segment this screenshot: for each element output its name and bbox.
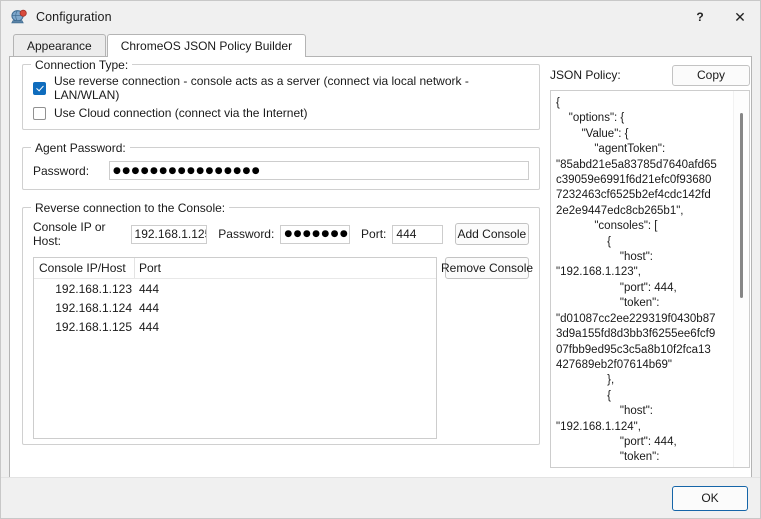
- dialog-footer: OK: [1, 477, 760, 518]
- cell-host: 192.168.1.123: [34, 282, 135, 296]
- tab-appearance[interactable]: Appearance: [13, 34, 106, 56]
- cell-host: 192.168.1.124: [34, 301, 135, 315]
- configuration-dialog: Configuration ? ✕ Appearance ChromeOS JS…: [0, 0, 761, 519]
- console-host-label: Console IP or Host:: [33, 220, 125, 248]
- window-title: Configuration: [36, 10, 112, 24]
- ok-button[interactable]: OK: [672, 486, 748, 511]
- connection-type-title: Connection Type:: [31, 58, 132, 72]
- console-port-input[interactable]: 444: [392, 225, 442, 244]
- checkbox-cloud-connection-box[interactable]: [33, 107, 46, 120]
- console-list-header: Console IP/Host Port: [34, 258, 436, 279]
- console-host-value: 192.168.1.125: [135, 227, 208, 241]
- reverse-connection-title: Reverse connection to the Console:: [31, 201, 229, 215]
- title-bar: Configuration ? ✕: [1, 1, 760, 33]
- console-port-value: 444: [396, 227, 416, 241]
- json-policy-text: { "options": { "Value": { "agentToken": …: [551, 91, 721, 468]
- column-header-host: Console IP/Host: [34, 258, 135, 278]
- table-row[interactable]: 192.168.1.123 444: [34, 279, 436, 298]
- agent-password-group: Agent Password: Password: ●●●●●●●●●●●●●●…: [22, 147, 540, 190]
- column-header-port: Port: [135, 261, 161, 275]
- agent-password-value: ●●●●●●●●●●●●●●●●: [113, 166, 261, 176]
- window-controls: ? ✕: [680, 1, 760, 33]
- cell-port: 444: [135, 282, 159, 296]
- tab-content-panel: Connection Type: Use reverse connection …: [9, 56, 752, 477]
- cell-port: 444: [135, 320, 159, 334]
- console-list[interactable]: Console IP/Host Port 192.168.1.123 444 1…: [33, 257, 437, 439]
- checkbox-reverse-connection-label: Use reverse connection - console acts as…: [54, 74, 529, 102]
- agent-password-input[interactable]: ●●●●●●●●●●●●●●●●: [109, 161, 529, 180]
- json-policy-label: JSON Policy:: [550, 68, 621, 82]
- settings-column: Connection Type: Use reverse connection …: [22, 64, 540, 445]
- table-row[interactable]: 192.168.1.124 444: [34, 298, 436, 317]
- console-host-input[interactable]: 192.168.1.125: [131, 225, 208, 244]
- checkbox-reverse-connection[interactable]: Use reverse connection - console acts as…: [33, 78, 529, 98]
- help-button[interactable]: ?: [680, 1, 720, 33]
- console-password-label: Password:: [218, 227, 274, 241]
- app-globe-monitor-icon: [10, 8, 28, 26]
- copy-button[interactable]: Copy: [672, 65, 750, 86]
- checkbox-cloud-connection[interactable]: Use Cloud connection (connect via the In…: [33, 103, 529, 123]
- tab-appearance-label: Appearance: [27, 39, 92, 53]
- tab-chromeos-json-policy-builder-label: ChromeOS JSON Policy Builder: [121, 39, 292, 53]
- json-scrollbar[interactable]: [733, 91, 749, 467]
- tab-chromeos-json-policy-builder[interactable]: ChromeOS JSON Policy Builder: [107, 34, 306, 57]
- json-policy-column: JSON Policy: Copy { "options": { "Value"…: [550, 64, 750, 468]
- console-password-input[interactable]: ●●●●●●●●●●●●: [280, 225, 350, 244]
- json-scrollbar-thumb[interactable]: [740, 113, 743, 298]
- agent-password-title: Agent Password:: [31, 141, 130, 155]
- cell-host: 192.168.1.125: [34, 320, 135, 334]
- console-password-value: ●●●●●●●●●●●●: [284, 229, 350, 239]
- json-policy-header: JSON Policy: Copy: [550, 64, 750, 86]
- tab-strip: Appearance ChromeOS JSON Policy Builder: [1, 33, 760, 56]
- console-port-label: Port:: [361, 227, 386, 241]
- checkbox-cloud-connection-label: Use Cloud connection (connect via the In…: [54, 106, 307, 120]
- table-row[interactable]: 192.168.1.125 444: [34, 317, 436, 336]
- connection-type-group: Connection Type: Use reverse connection …: [22, 64, 540, 130]
- cell-port: 444: [135, 301, 159, 315]
- close-icon[interactable]: ✕: [720, 1, 760, 33]
- json-policy-textarea[interactable]: { "options": { "Value": { "agentToken": …: [550, 90, 750, 468]
- agent-password-label: Password:: [33, 164, 109, 178]
- remove-console-button[interactable]: Remove Console: [445, 257, 529, 279]
- add-console-button[interactable]: Add Console: [455, 223, 529, 245]
- checkbox-reverse-connection-box[interactable]: [33, 82, 46, 95]
- reverse-connection-group: Reverse connection to the Console: Conso…: [22, 207, 540, 445]
